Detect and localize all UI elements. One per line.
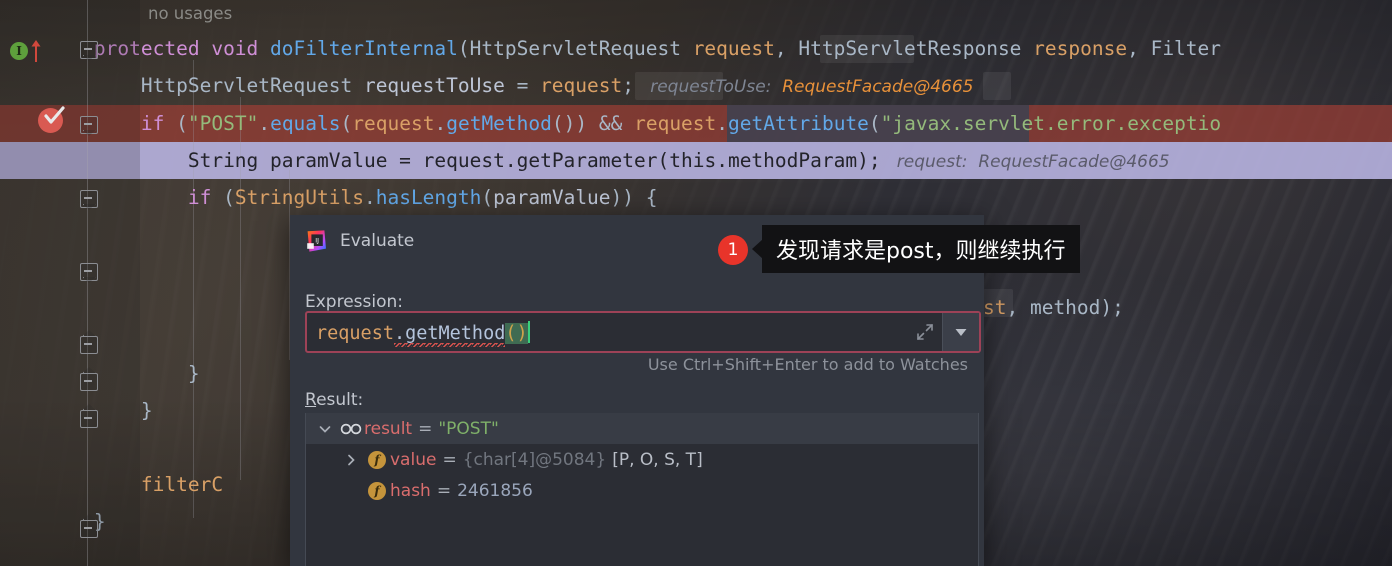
tree-node-value: "POST" [438, 418, 499, 439]
expression-parens: () [505, 322, 528, 344]
field-icon: f [364, 450, 390, 469]
expression-object: request [316, 322, 394, 344]
dialog-title-bar: IJ Evaluate [304, 227, 414, 255]
tree-node-equals: = [442, 449, 457, 470]
watches-hint: Use Ctrl+Shift+Enter to add to Watches [647, 355, 968, 374]
gutter-shade [0, 0, 140, 566]
chevron-down-icon[interactable] [312, 422, 338, 436]
fold-marker-5[interactable] [80, 336, 98, 354]
code-line-if-haslength: if (StringUtils.hasLength(paramValue)) { [187, 186, 658, 209]
expression-method: .getMethod [393, 323, 506, 347]
fold-marker-2[interactable] [80, 116, 98, 134]
code-line-signature: protected void doFilterInternal(HttpServ… [93, 37, 1222, 60]
code-line-request-to-use: HttpServletRequest requestToUse = reques… [140, 74, 974, 97]
watch-glasses-icon [338, 422, 364, 436]
code-fragment-method: , method); [1006, 296, 1124, 319]
tree-node-name: value [390, 449, 437, 470]
tree-node-name: hash [390, 480, 431, 501]
implemented-method-marker[interactable]: I [10, 38, 44, 62]
tree-row[interactable]: f value = {char[4]@5084} [P, O, S, T] [306, 444, 978, 475]
fold-rail [87, 0, 88, 566]
result-label-rest: esult: [316, 390, 364, 410]
tree-node-value: [P, O, S, T] [612, 449, 703, 470]
field-icon: f [364, 481, 390, 500]
tree-node-equals: = [436, 480, 452, 501]
fold-marker-6[interactable] [80, 373, 98, 391]
intellij-idea-icon: IJ [304, 229, 328, 253]
tree-row[interactable]: result = "POST" [306, 413, 978, 444]
fold-marker-4[interactable] [80, 263, 98, 281]
chevron-right-icon[interactable] [338, 453, 364, 467]
arrow-up-icon [31, 40, 41, 62]
expression-history-dropdown[interactable] [942, 313, 979, 351]
fold-marker-7[interactable] [80, 410, 98, 428]
annotation-text: 发现请求是post，则继续执行 [776, 239, 1066, 264]
expression-input[interactable]: request.getMethod() [305, 311, 981, 353]
tree-node-ref: {char[4]@5084} [462, 449, 607, 470]
code-fragment-st: st [983, 296, 1007, 319]
error-squiggle [393, 342, 506, 347]
override-icon: I [10, 42, 28, 60]
fold-marker-8[interactable] [80, 520, 98, 538]
inlay-no-usages: no usages [148, 4, 233, 23]
fold-marker-3[interactable] [80, 190, 98, 208]
dialog-title: Evaluate [340, 231, 415, 251]
tree-node-equals: = [418, 418, 433, 439]
annotation-badge: 1 [718, 235, 748, 265]
code-line-param-value: String paramValue = request.getParameter… [187, 149, 1170, 172]
editor-gutter[interactable]: I [0, 0, 140, 566]
fold-marker-1[interactable] [80, 41, 98, 59]
code-line-if-post: if ("POST".equals(request.getMethod()) &… [140, 112, 1222, 135]
expand-editor-icon[interactable] [908, 322, 942, 342]
expression-text: request.getMethod() [307, 320, 908, 347]
tree-row[interactable]: f hash = 2461856 [306, 475, 978, 506]
svg-text:IJ: IJ [315, 236, 319, 244]
expression-label: Expression: [305, 292, 404, 312]
annotation-callout: 发现请求是post，则继续执行 [752, 225, 1080, 273]
tree-node-value: 2461856 [457, 480, 533, 501]
text-caret [527, 320, 530, 343]
ide-screen: no usages protected void doFilterInterna… [0, 0, 1392, 566]
result-tree[interactable]: result = "POST" f value = {char[4]@5084}… [305, 413, 979, 566]
breakpoint-verified-check-icon [44, 106, 65, 124]
result-label: Result: [305, 390, 364, 410]
chevron-down-icon [955, 329, 967, 336]
tree-node-name: result [364, 418, 413, 439]
